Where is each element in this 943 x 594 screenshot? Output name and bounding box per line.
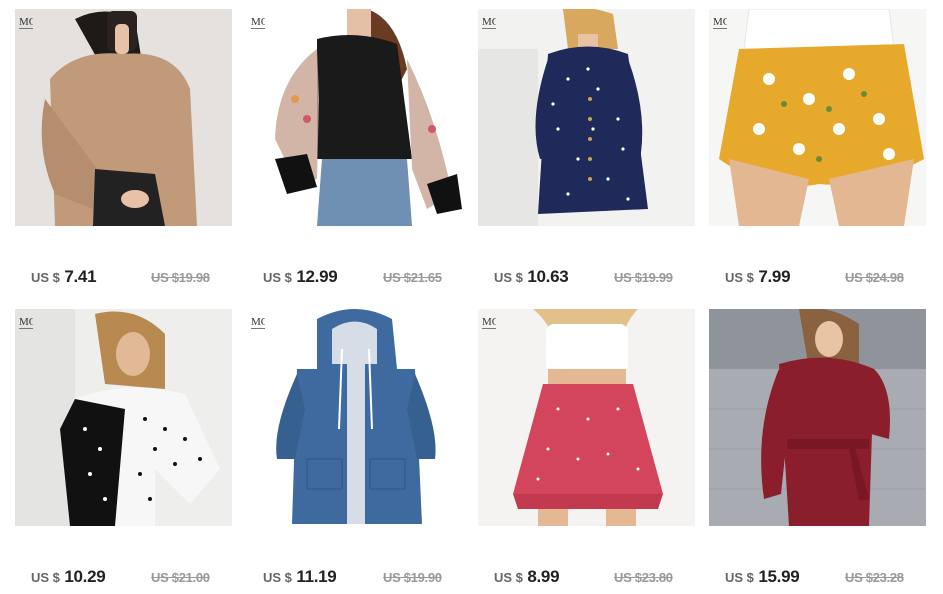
product-photo <box>247 309 464 526</box>
price-row: US $ 15.99 US $23.28 <box>725 567 925 587</box>
currency-label: US $ <box>494 570 523 585</box>
current-price: US $ 12.99 <box>263 267 338 287</box>
product-grid: MG US $ 7.41 US $19.98 MG US $ 12.99 US … <box>0 0 943 591</box>
svg-text:MG: MG <box>251 316 265 328</box>
product-card[interactable]: MG US $ 8.99 US $23.80 <box>478 309 695 594</box>
original-price: US $24.98 <box>845 270 904 285</box>
product-card[interactable]: MG US $ 11.19 US $19.90 <box>247 309 464 594</box>
current-price: US $ 10.29 <box>31 567 106 587</box>
price-row: US $ 8.99 US $23.80 <box>494 567 694 587</box>
price-row: US $ 10.29 US $21.00 <box>31 567 231 587</box>
product-photo <box>15 9 232 226</box>
product-image[interactable] <box>709 9 926 226</box>
product-image[interactable] <box>709 309 926 526</box>
current-price: US $ 15.99 <box>725 567 800 587</box>
price-value: 10.63 <box>527 267 569 286</box>
price-row: US $ 11.19 US $19.90 <box>263 567 463 587</box>
original-price: US $19.98 <box>151 270 210 285</box>
product-card[interactable]: MG US $ 7.99 US $24.98 <box>709 9 926 294</box>
brand-logo-icon: MG <box>251 316 265 329</box>
price-row: US $ 12.99 US $21.65 <box>263 267 463 287</box>
current-price: US $ 11.19 <box>263 567 337 587</box>
product-image[interactable] <box>478 309 695 526</box>
currency-label: US $ <box>725 570 754 585</box>
brand-logo-icon: MG <box>482 16 496 29</box>
product-photo <box>15 309 232 526</box>
current-price: US $ 8.99 <box>494 567 560 587</box>
svg-text:MG: MG <box>19 16 33 28</box>
product-image[interactable] <box>15 309 232 526</box>
original-price: US $21.65 <box>383 270 442 285</box>
brand-logo-icon: MG <box>482 316 496 329</box>
product-image[interactable] <box>478 9 695 226</box>
currency-label: US $ <box>263 570 292 585</box>
product-card[interactable]: MG US $ 12.99 US $21.65 <box>247 9 464 294</box>
product-card[interactable]: MG US $ 10.29 US $21.00 <box>15 309 232 594</box>
price-value: 11.19 <box>296 567 337 586</box>
brand-logo-icon: MG <box>713 16 727 29</box>
price-value: 10.29 <box>64 567 106 586</box>
product-image[interactable] <box>247 309 464 526</box>
price-value: 7.41 <box>64 267 97 286</box>
product-photo <box>709 309 926 526</box>
current-price: US $ 7.99 <box>725 267 791 287</box>
svg-text:MG: MG <box>482 16 496 28</box>
price-value: 12.99 <box>296 267 338 286</box>
current-price: US $ 10.63 <box>494 267 569 287</box>
svg-text:MG: MG <box>19 316 33 328</box>
original-price: US $23.28 <box>845 570 904 585</box>
current-price: US $ 7.41 <box>31 267 97 287</box>
currency-label: US $ <box>725 270 754 285</box>
currency-label: US $ <box>494 270 523 285</box>
svg-text:MG: MG <box>251 16 265 28</box>
currency-label: US $ <box>31 570 60 585</box>
price-value: 7.99 <box>758 267 791 286</box>
product-card[interactable]: MG US $ 7.41 US $19.98 <box>15 9 232 294</box>
brand-logo-icon: MG <box>19 316 33 329</box>
product-photo <box>709 9 926 226</box>
original-price: US $21.00 <box>151 570 210 585</box>
brand-logo-icon: MG <box>19 16 33 29</box>
product-photo <box>478 9 695 226</box>
product-photo <box>478 309 695 526</box>
price-row: US $ 7.41 US $19.98 <box>31 267 231 287</box>
product-card[interactable]: US $ 15.99 US $23.28 <box>709 309 926 594</box>
price-row: US $ 7.99 US $24.98 <box>725 267 925 287</box>
price-value: 15.99 <box>758 567 800 586</box>
currency-label: US $ <box>263 270 292 285</box>
product-card[interactable]: MG US $ 10.63 US $19.99 <box>478 9 695 294</box>
product-image[interactable] <box>247 9 464 226</box>
original-price: US $23.80 <box>614 570 673 585</box>
brand-logo-icon: MG <box>251 16 265 29</box>
currency-label: US $ <box>31 270 60 285</box>
product-image[interactable] <box>15 9 232 226</box>
price-value: 8.99 <box>527 567 560 586</box>
svg-text:MG: MG <box>482 316 496 328</box>
original-price: US $19.99 <box>614 270 673 285</box>
svg-text:MG: MG <box>713 16 727 28</box>
price-row: US $ 10.63 US $19.99 <box>494 267 694 287</box>
original-price: US $19.90 <box>383 570 442 585</box>
product-photo <box>247 9 464 226</box>
